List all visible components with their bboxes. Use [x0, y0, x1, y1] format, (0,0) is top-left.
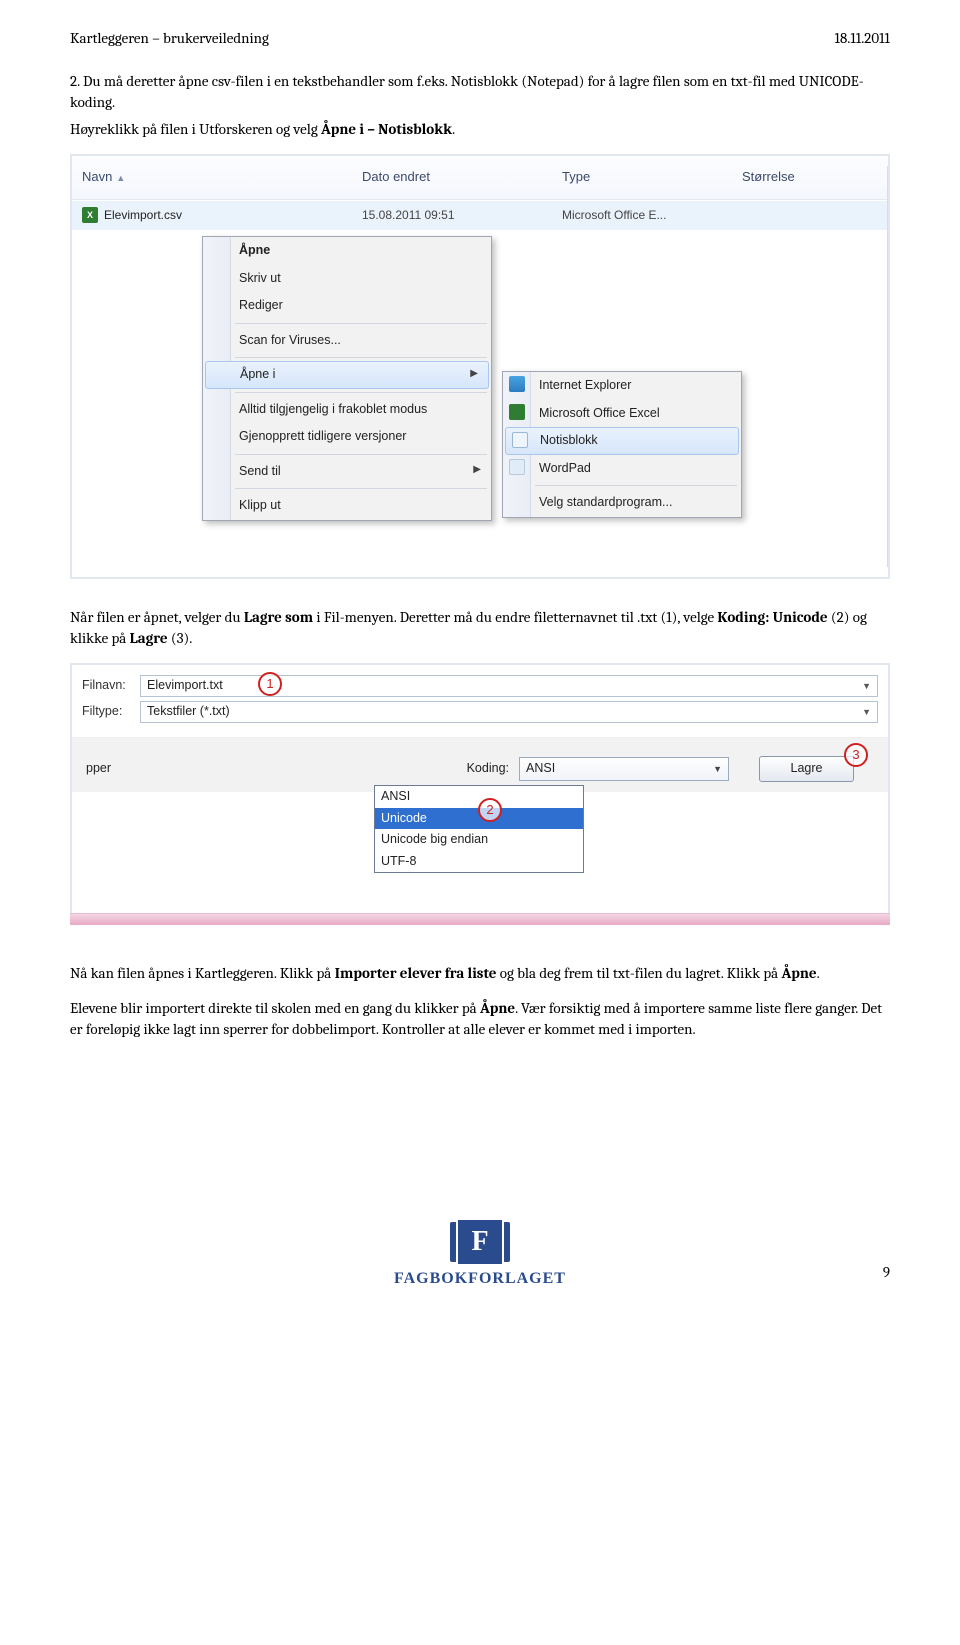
paragraph-1a: 2. Du må deretter åpne csv-filen i en te…: [70, 71, 890, 113]
filnavn-label: Filnavn:: [82, 677, 140, 695]
excel-file-icon: X: [82, 207, 98, 223]
menu-item[interactable]: WordPad: [503, 455, 741, 483]
paragraph-4: Elevene blir importert direkte til skole…: [70, 998, 890, 1040]
koding-dropdown: ANSIUnicodeUnicode big endianUTF-8: [374, 785, 584, 873]
logo-word: FAGBOKFORLAGET: [394, 1268, 566, 1290]
taskbar-strip: [70, 913, 890, 925]
callout-2: 2: [478, 798, 502, 822]
doc-title: Kartleggeren – brukerveiledning: [70, 28, 269, 49]
col-dato[interactable]: Dato endret: [352, 168, 552, 186]
file-date: 15.08.2011 09:51: [352, 207, 552, 224]
lagre-button[interactable]: Lagre: [759, 756, 854, 782]
paragraph-2: Når filen er åpnet, velger du Lagre som …: [70, 607, 890, 649]
np-icon: [512, 432, 528, 448]
screenshot-save-dialog: Filnavn: Elevimport.txt▼ Filtype: Tekstf…: [70, 663, 890, 923]
callout-1: 1: [258, 672, 282, 696]
menu-item[interactable]: Internet Explorer: [503, 372, 741, 400]
menu-item[interactable]: Gjenopprett tidligere versjoner: [203, 423, 491, 451]
submenu-arrow-icon: ▶: [473, 463, 481, 477]
koding-label: Koding:: [467, 760, 509, 778]
filnavn-input[interactable]: Elevimport.txt▼: [140, 675, 878, 697]
xl-icon: [509, 404, 525, 420]
col-storrelse[interactable]: Størrelse: [732, 168, 888, 186]
sort-caret-icon: ▲: [116, 173, 125, 183]
folders-truncated: pper: [86, 760, 166, 778]
submenu-arrow-icon: ▶: [470, 367, 478, 381]
chevron-down-icon: ▼: [713, 763, 722, 776]
menu-item[interactable]: Notisblokk: [505, 427, 739, 455]
file-type: Microsoft Office E...: [552, 207, 732, 224]
menu-item[interactable]: Rediger: [203, 292, 491, 320]
publisher-logo: F FAGBOKFORLAGET: [394, 1220, 566, 1290]
logo-mark-icon: F: [458, 1220, 502, 1264]
menu-item[interactable]: Send til▶: [203, 458, 491, 486]
doc-date: 18.11.2011: [835, 28, 890, 49]
menu-item[interactable]: Scan for Viruses...: [203, 327, 491, 355]
koding-combo[interactable]: ANSI▼: [519, 757, 729, 781]
file-name: Elevimport.csv: [104, 207, 182, 224]
paragraph-1b: Høyreklikk på filen i Utforskeren og vel…: [70, 119, 890, 140]
menu-item[interactable]: Åpne i▶: [205, 361, 489, 389]
col-navn[interactable]: Navn▲: [72, 168, 352, 186]
wp-icon: [509, 459, 525, 475]
koding-option[interactable]: Unicode big endian: [375, 829, 583, 851]
screenshot-explorer: Navn▲ Dato endret Type Størrelse X Elevi…: [70, 154, 890, 579]
ie-icon: [509, 376, 525, 392]
koding-option[interactable]: UTF-8: [375, 851, 583, 873]
menu-item[interactable]: Alltid tilgjengelig i frakoblet modus: [203, 396, 491, 424]
menu-item[interactable]: Åpne: [203, 237, 491, 265]
page-number: 9: [883, 1262, 890, 1283]
col-type[interactable]: Type: [552, 168, 732, 186]
menu-item[interactable]: Velg standardprogram...: [503, 489, 741, 517]
menu-item[interactable]: Klipp ut: [203, 492, 491, 520]
menu-item[interactable]: Skriv ut: [203, 265, 491, 293]
filtype-input[interactable]: Tekstfiler (*.txt)▼: [140, 701, 878, 723]
file-row[interactable]: X Elevimport.csv 15.08.2011 09:51 Micros…: [72, 200, 888, 230]
chevron-down-icon[interactable]: ▼: [862, 680, 871, 693]
callout-3: 3: [844, 743, 868, 767]
explorer-column-header: Navn▲ Dato endret Type Størrelse: [72, 156, 888, 200]
context-menu-2: Internet ExplorerMicrosoft Office ExcelN…: [502, 371, 742, 518]
menu-item[interactable]: Microsoft Office Excel: [503, 400, 741, 428]
filtype-label: Filtype:: [82, 703, 140, 721]
paragraph-3: Nå kan filen åpnes i Kartleggeren. Klikk…: [70, 963, 890, 984]
context-menu-1: ÅpneSkriv utRediger Scan for Viruses... Åp…: [202, 236, 492, 521]
chevron-down-icon[interactable]: ▼: [862, 706, 871, 719]
